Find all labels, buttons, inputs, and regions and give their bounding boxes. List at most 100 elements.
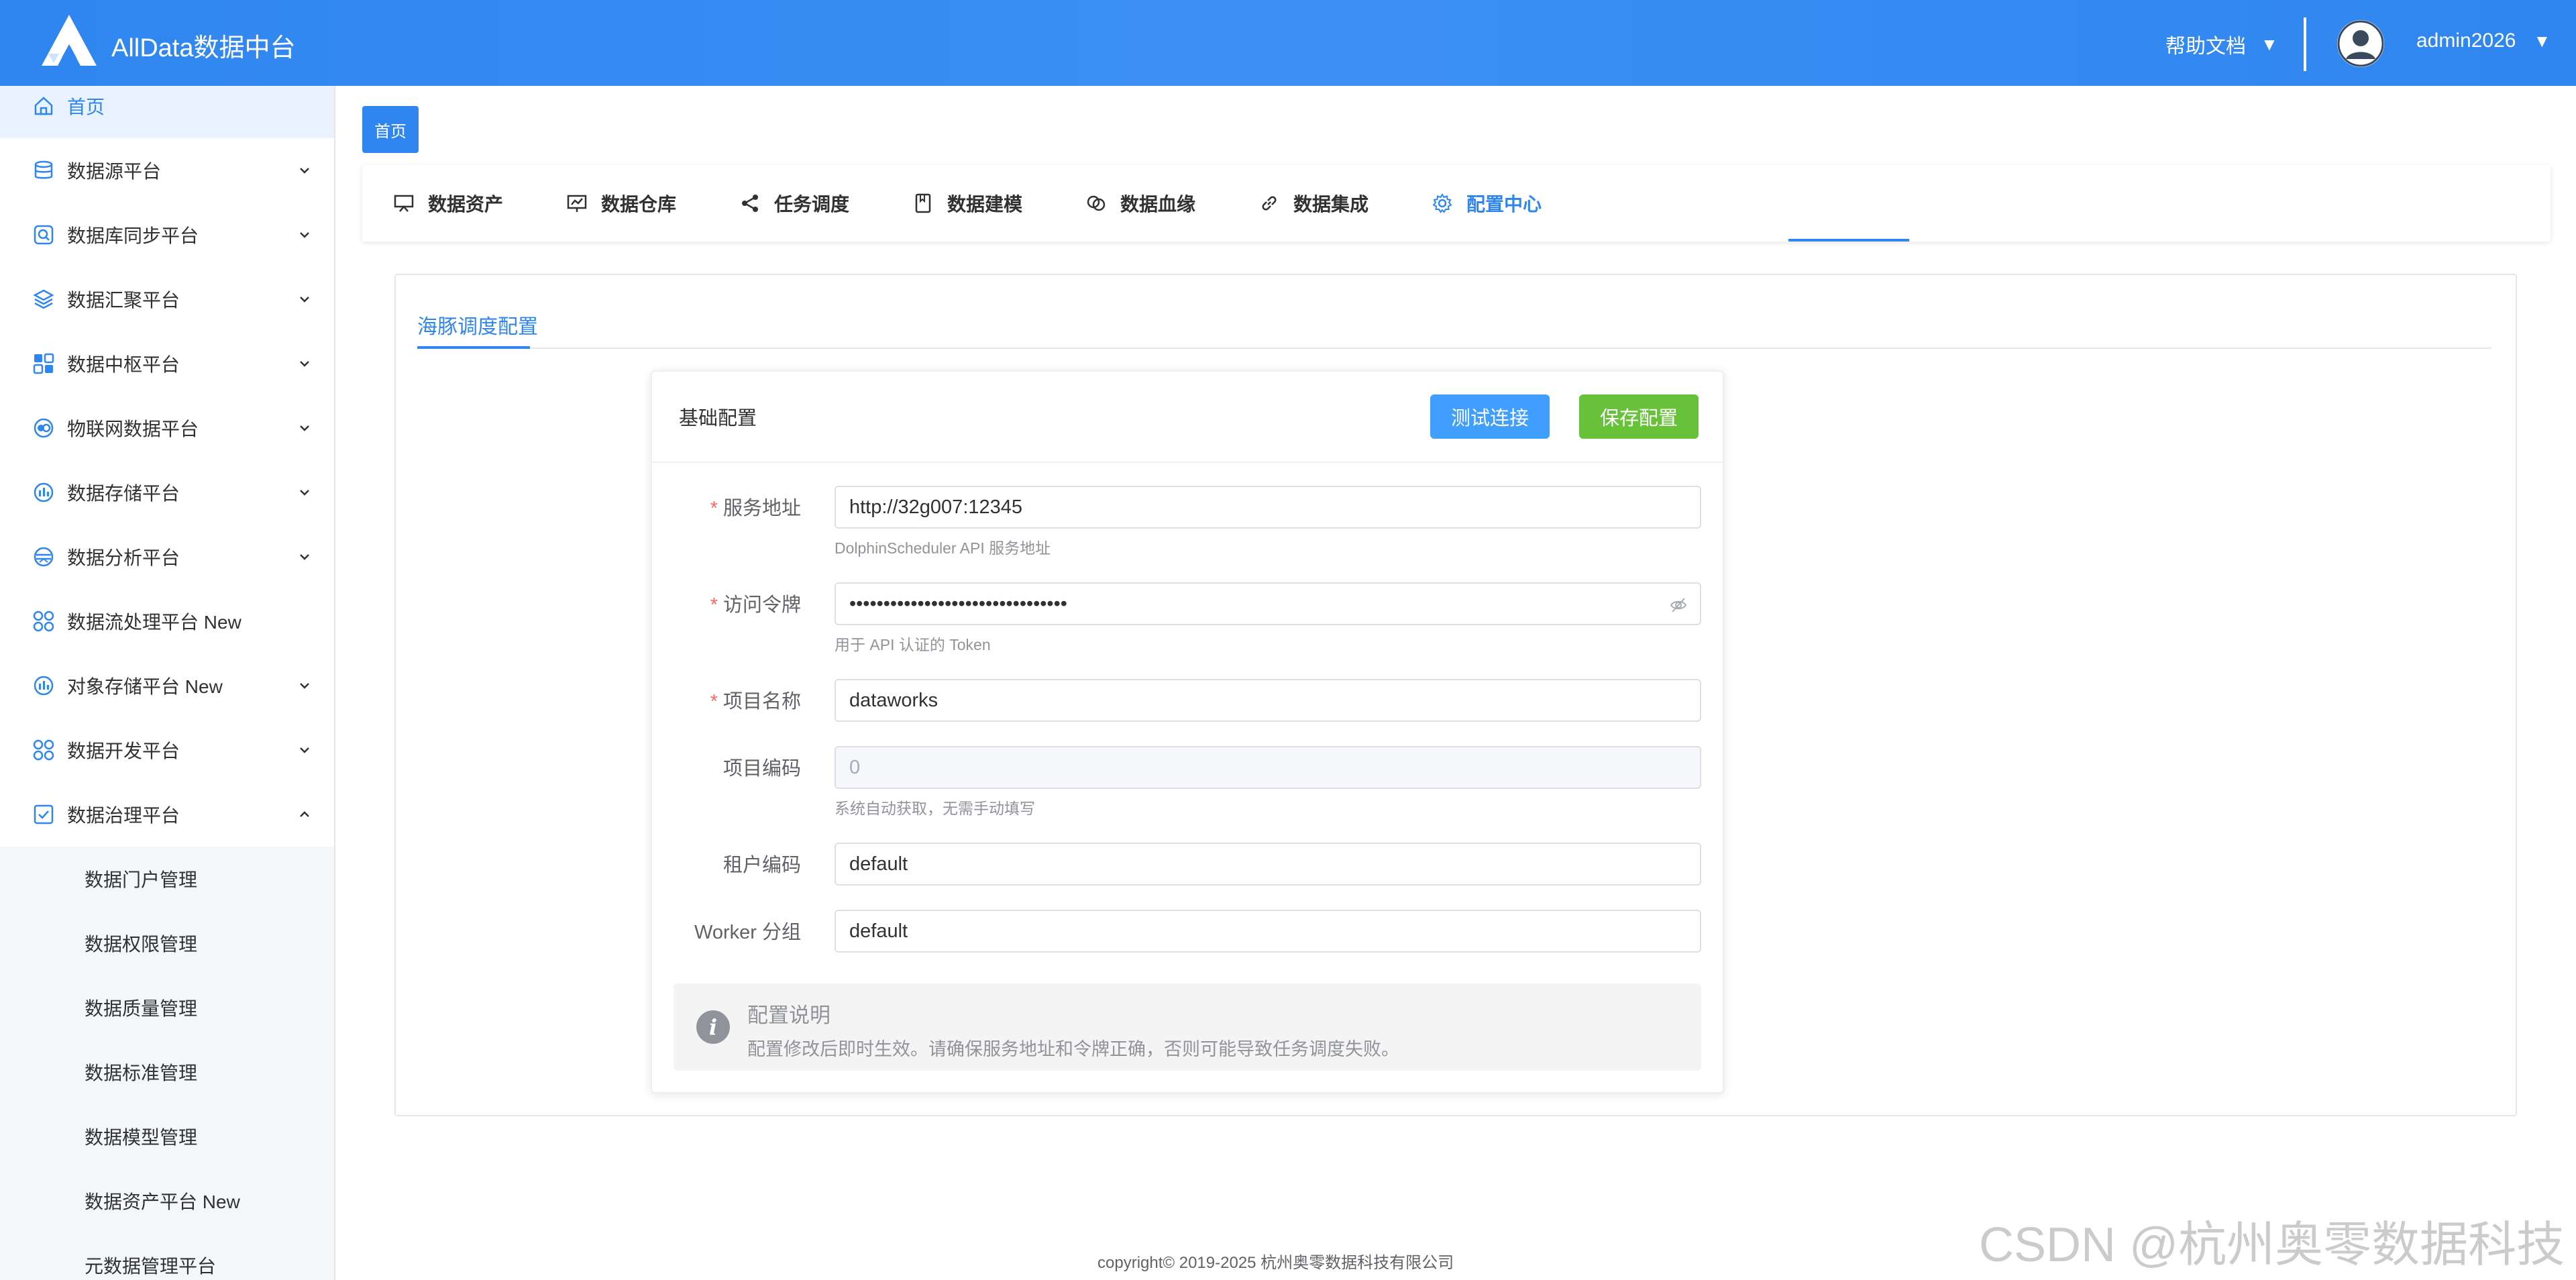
tenant-code-input[interactable]: default — [835, 843, 1701, 886]
notice-body: 配置修改后即时生效。请确保服务地址和令牌正确，否则可能导致任务调度失败。 — [747, 1039, 1399, 1059]
tab-label: 数据仓库 — [601, 194, 677, 215]
test-connection-button[interactable]: 测试连接 — [1430, 394, 1550, 439]
share-icon — [742, 195, 758, 212]
service-url-value: http://32g007:12345 — [849, 496, 1023, 518]
avatar[interactable] — [2337, 20, 2384, 67]
tab-dolphin-config[interactable]: 海豚调度配置 — [417, 310, 538, 339]
tab-config-center[interactable]: 配置中心 — [1432, 165, 1542, 242]
sidebar-item-aggregation[interactable]: 数据汇聚平台 — [0, 267, 334, 331]
project-name-label: * 项目名称 — [710, 691, 801, 712]
sidebar-subitem-label: 元数据管理平台 — [85, 1256, 217, 1277]
monitor-icon — [394, 195, 414, 212]
worker-group-value: default — [849, 920, 908, 942]
notebook-icon — [915, 193, 931, 213]
save-config-button[interactable]: 保存配置 — [1579, 394, 1699, 439]
top-header: AllData数据中台 帮助文档 ▼ admin2026 ▼ — [0, 0, 2576, 86]
sidebar-item-develop[interactable]: 数据开发平台 — [0, 718, 334, 782]
app-title: AllData数据中台 — [111, 34, 296, 62]
user-menu-dropdown[interactable]: admin2026 ▼ — [2416, 30, 2551, 52]
tab-data-integration[interactable]: 数据集成 — [1258, 165, 1368, 242]
chevron-down-icon — [297, 227, 313, 243]
chevron-down-icon — [297, 420, 313, 436]
help-docs-dropdown[interactable]: 帮助文档 ▼ — [2165, 30, 2278, 59]
gear-icon — [1432, 193, 1452, 213]
sidebar-item-label: 对象存储平台 New — [67, 676, 223, 697]
sidebar-item-db-sync[interactable]: 数据库同步平台 — [0, 203, 334, 267]
info-icon: i — [696, 1010, 730, 1044]
required-mark: * — [710, 594, 718, 616]
chevron-down-icon — [297, 678, 313, 694]
project-code-input[interactable]: 0 — [835, 746, 1701, 789]
sidebar-item-label: 数据源平台 — [67, 161, 162, 182]
eye-hidden-icon[interactable] — [1669, 596, 1688, 615]
tab-data-modeling[interactable]: 数据建模 — [912, 165, 1022, 242]
inner-tab-divider — [417, 348, 2491, 349]
sidebar-item-analysis[interactable]: 数据分析平台 — [0, 525, 334, 589]
sidebar-subitem-label: 数据权限管理 — [85, 934, 198, 955]
link-circles-icon — [1087, 195, 1106, 211]
card-title: 基础配置 — [679, 408, 757, 429]
notice-title: 配置说明 — [747, 1004, 830, 1027]
access-token-label: * 访问令牌 — [710, 594, 801, 616]
sidebar-item-iot[interactable]: 物联网数据平台 — [0, 396, 334, 460]
service-url-label: * 服务地址 — [710, 498, 801, 519]
chevron-down-icon — [297, 356, 313, 372]
service-url-input[interactable]: http://32g007:12345 — [835, 486, 1701, 529]
tab-label: 数据建模 — [947, 194, 1023, 215]
chart-board-icon — [567, 195, 587, 212]
access-token-input[interactable]: •••••••••••••••••••••••••••••••• — [835, 582, 1701, 625]
sidebar-item-stream[interactable]: 数据流处理平台 New — [0, 589, 334, 653]
csdn-watermark: CSDN @杭州奥零数据科技 — [1979, 1218, 2565, 1272]
chevron-down-icon — [297, 162, 313, 178]
sidebar-item-storage[interactable]: 数据存储平台 — [0, 460, 334, 525]
worker-group-label: Worker 分组 — [694, 922, 801, 943]
chevron-down-icon — [297, 484, 313, 500]
sidebar-item-hub[interactable]: 数据中枢平台 — [0, 331, 334, 396]
sidebar-item-governance[interactable]: 数据治理平台 — [0, 782, 334, 847]
active-tab-indicator — [1788, 239, 1909, 242]
tab-data-warehouse[interactable]: 数据仓库 — [566, 165, 676, 242]
sidebar-item-label: 数据分析平台 — [67, 547, 180, 568]
chevron-down-icon — [297, 549, 313, 565]
sidebar-subitem-label: 数据标准管理 — [85, 1063, 198, 1083]
tab-data-assets[interactable]: 数据资产 — [393, 165, 503, 242]
chevron-down-icon — [297, 742, 313, 758]
sidebar-item-label: 数据库同步平台 — [67, 225, 199, 246]
sidebar-subitem-label: 数据质量管理 — [85, 998, 198, 1019]
tab-label: 任务调度 — [774, 194, 850, 215]
home-tag[interactable]: 首页 — [362, 106, 419, 153]
sidebar-item-object-storage[interactable]: 对象存储平台 New — [0, 653, 334, 718]
sidebar-subitem-metadata[interactable]: 元数据管理平台 — [0, 1233, 334, 1280]
project-code-value: 0 — [849, 756, 861, 778]
tab-label: 数据血缘 — [1120, 194, 1196, 215]
sidebar-item-label: 数据流处理平台 New — [67, 612, 241, 633]
sidebar-item-label: 数据开发平台 — [67, 741, 180, 761]
brand[interactable]: AllData数据中台 — [39, 12, 296, 68]
sidebar-item-label: 数据存储平台 — [67, 483, 180, 504]
sidebar-subitem-portal[interactable]: 数据门户管理 — [0, 847, 334, 911]
sidebar-item-label: 数据中枢平台 — [67, 354, 180, 375]
caret-down-icon: ▼ — [2533, 30, 2551, 51]
sidebar-item-home[interactable]: 首页 — [0, 86, 334, 138]
iot-icon — [32, 417, 55, 439]
sidebar-subitem-model[interactable]: 数据模型管理 — [0, 1104, 334, 1169]
required-mark: * — [710, 691, 718, 712]
sidebar-subitem-standard[interactable]: 数据标准管理 — [0, 1040, 334, 1104]
object-storage-icon — [32, 674, 55, 697]
layers-icon — [32, 288, 55, 311]
project-name-input[interactable]: dataworks — [835, 679, 1701, 722]
sidebar-subitem-permission[interactable]: 数据权限管理 — [0, 911, 334, 975]
sidebar-subitem-quality[interactable]: 数据质量管理 — [0, 975, 334, 1040]
project-code-help: 系统自动获取，无需手动填写 — [835, 800, 1035, 817]
storage-icon — [32, 481, 55, 504]
tab-task-scheduling[interactable]: 任务调度 — [739, 165, 849, 242]
sidebar-subitem-label: 数据门户管理 — [85, 869, 198, 890]
sidebar-item-datasource[interactable]: 数据源平台 — [0, 138, 334, 203]
worker-group-input[interactable]: default — [835, 910, 1701, 953]
sidebar-subitem-asset[interactable]: 数据资产平台 New — [0, 1169, 334, 1233]
access-token-help: 用于 API 认证的 Token — [835, 636, 991, 653]
develop-icon — [32, 739, 55, 761]
tenant-code-label: 租户编码 — [722, 855, 801, 876]
required-mark: * — [710, 498, 718, 519]
tab-data-lineage[interactable]: 数据血缘 — [1085, 165, 1195, 242]
